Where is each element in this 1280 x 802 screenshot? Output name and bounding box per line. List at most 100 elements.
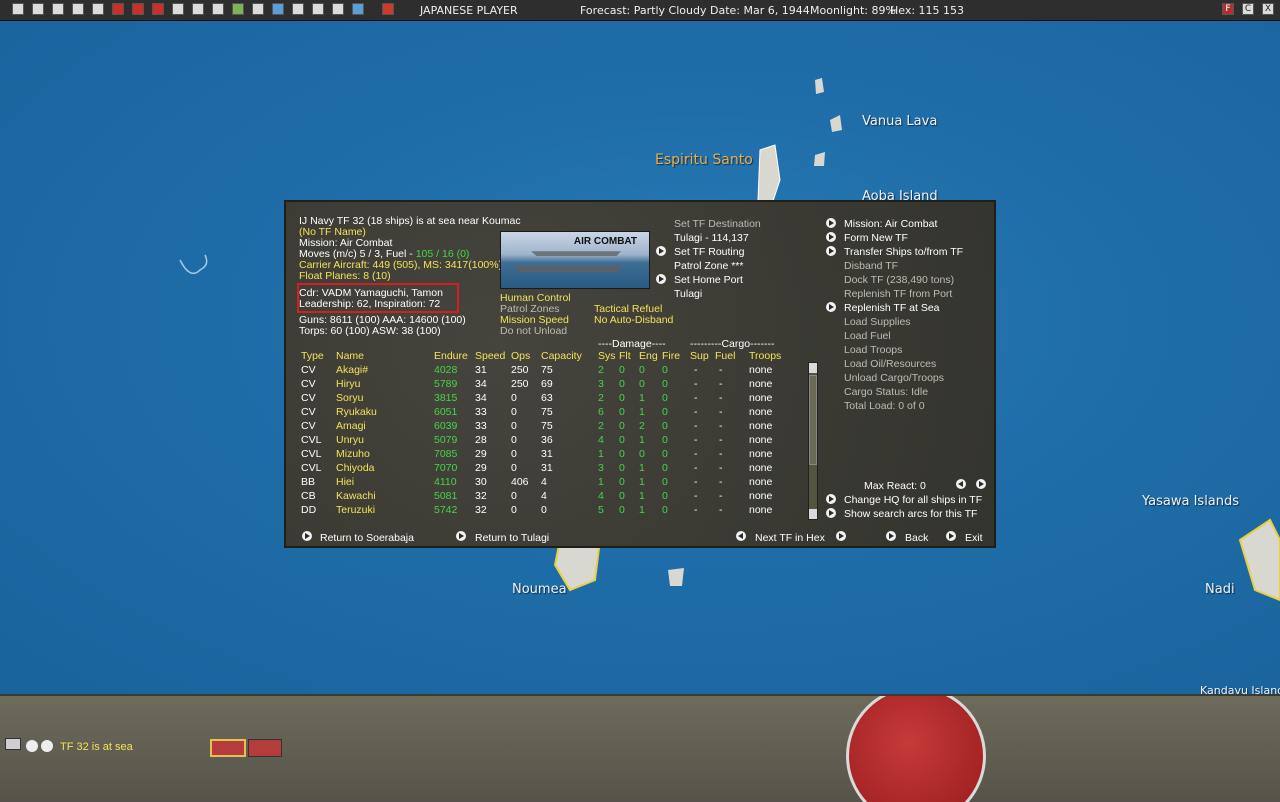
close-button[interactable]: X — [1262, 3, 1274, 15]
action-dock-tf[interactable]: Dock TF (238,490 tons) — [844, 274, 954, 286]
ship-name[interactable]: Mizuho — [336, 448, 370, 460]
return-tulagi-button[interactable]: Return to Tulagi — [475, 532, 549, 544]
ship-row[interactable]: CVL Chiyoda 7070 29 0 31 3 0 1 0 - - none — [286, 462, 806, 476]
arrow-right-icon[interactable] — [41, 740, 53, 752]
col-flt[interactable]: Flt — [619, 350, 631, 362]
ship-name[interactable]: Soryu — [336, 392, 363, 404]
arrow-right-icon[interactable] — [976, 479, 986, 489]
arrow-right-icon[interactable] — [826, 232, 836, 242]
col-capacity[interactable]: Capacity — [541, 350, 582, 362]
col-ops[interactable]: Ops — [511, 350, 530, 362]
ship-row[interactable]: CVL Unryu 5079 28 0 36 4 0 1 0 - - none — [286, 434, 806, 448]
arrow-left-icon[interactable] — [956, 479, 966, 489]
play-turn-icon[interactable] — [382, 3, 394, 15]
action-replenish-port[interactable]: Replenish TF from Port — [844, 288, 952, 300]
combat-report-button[interactable]: C — [1242, 3, 1254, 15]
exit-button[interactable]: Exit — [965, 532, 983, 544]
toolbar-icon-2[interactable] — [32, 3, 44, 15]
action-replenish-sea[interactable]: Replenish TF at Sea — [844, 302, 940, 314]
toolbar-icon-13[interactable] — [252, 3, 264, 15]
ship-name[interactable]: Chiyoda — [336, 462, 375, 474]
ship-row[interactable]: CV Hiryu 5789 34 250 69 3 0 0 0 - - none — [286, 378, 806, 392]
ship-name[interactable]: Unryu — [336, 434, 364, 446]
ship-name[interactable]: Akagi# — [336, 364, 368, 376]
toolbar-icon-18[interactable] — [352, 3, 364, 15]
arrow-right-icon[interactable] — [886, 531, 896, 541]
toolbar-icon-3[interactable] — [52, 3, 64, 15]
globe-icon[interactable] — [272, 3, 284, 15]
arrow-right-icon[interactable] — [826, 508, 836, 518]
next-tf-button[interactable]: Next TF in Hex — [755, 532, 825, 544]
col-endure[interactable]: Endure — [434, 350, 468, 362]
set-tf-destination[interactable]: Set TF Destination — [674, 218, 761, 230]
set-home-port[interactable]: Set Home Port — [674, 274, 743, 286]
ship-name[interactable]: Hiei — [336, 476, 354, 488]
action-transfer-ships[interactable]: Transfer Ships to/from TF — [844, 246, 963, 258]
ship-row[interactable]: CV Amagi 6039 33 0 75 2 0 2 0 - - none — [286, 420, 806, 434]
ship-row[interactable]: CV Soryu 3815 34 0 63 2 0 1 0 - - none — [286, 392, 806, 406]
col-fuel[interactable]: Fuel — [715, 350, 735, 362]
flag-icon[interactable] — [112, 3, 124, 15]
ship-name[interactable]: Teruzuki — [336, 504, 375, 516]
toolbar-icon-5[interactable] — [92, 3, 104, 15]
toolbar-icon-4[interactable] — [72, 3, 84, 15]
toolbar-icon-15[interactable] — [292, 3, 304, 15]
ship-name[interactable]: Kawachi — [336, 490, 376, 502]
toolbar-icon-16[interactable] — [312, 3, 324, 15]
arrow-right-icon[interactable] — [656, 246, 666, 256]
back-button[interactable]: Back — [905, 532, 928, 544]
tf-marker[interactable] — [248, 739, 282, 757]
plane-icon[interactable] — [152, 3, 164, 15]
arrow-left-icon[interactable] — [26, 740, 38, 752]
action-load-supplies[interactable]: Load Supplies — [844, 316, 911, 328]
toolbar-icon-1[interactable] — [12, 3, 24, 15]
show-search-arcs[interactable]: Show search arcs for this TF — [844, 508, 977, 520]
ship-name[interactable]: Amagi — [336, 420, 366, 432]
toolbar-icon-10[interactable] — [192, 3, 204, 15]
arrow-right-icon[interactable] — [656, 274, 666, 284]
tf-float-planes[interactable]: Float Planes: 8 (10) — [299, 270, 391, 282]
ship-row[interactable]: CV Ryukaku 6051 33 0 75 6 0 1 0 - - none — [286, 406, 806, 420]
return-soerabaja-button[interactable]: Return to Soerabaja — [320, 532, 414, 544]
option-do-not-unload[interactable]: Do not Unload — [500, 325, 567, 337]
option-no-auto-disband[interactable]: No Auto-Disband — [594, 314, 673, 326]
tf-marker-selected[interactable] — [210, 739, 246, 757]
ship-row[interactable]: CB Kawachi 5081 32 0 4 4 0 1 0 - - none — [286, 490, 806, 504]
toolbar-icon-11[interactable] — [212, 3, 224, 15]
ship-name[interactable]: Hiryu — [336, 378, 361, 390]
col-name[interactable]: Name — [336, 350, 364, 362]
action-form-new-tf[interactable]: Form New TF — [844, 232, 908, 244]
ship-icon[interactable] — [5, 738, 21, 750]
action-unload-cargo[interactable]: Unload Cargo/Troops — [844, 372, 944, 384]
flag-toggle-button[interactable]: F — [1222, 3, 1234, 15]
arrow-right-icon[interactable] — [826, 494, 836, 504]
arrow-right-icon[interactable] — [836, 531, 846, 541]
arrow-right-icon[interactable] — [946, 531, 956, 541]
scroll-down-icon[interactable] — [809, 509, 817, 519]
arrow-right-icon[interactable] — [826, 302, 836, 312]
col-sys[interactable]: Sys — [598, 350, 616, 362]
scroll-thumb[interactable] — [809, 375, 817, 465]
ship-row[interactable]: DD Teruzuki 5742 32 0 0 5 0 1 0 - - none — [286, 504, 806, 518]
col-speed[interactable]: Speed — [475, 350, 505, 362]
ship-name[interactable]: Ryukaku — [336, 406, 377, 418]
change-hq[interactable]: Change HQ for all ships in TF — [844, 494, 982, 506]
action-load-fuel[interactable]: Load Fuel — [844, 330, 891, 342]
col-sup[interactable]: Sup — [690, 350, 709, 362]
arrow-right-icon[interactable] — [826, 246, 836, 256]
col-fire[interactable]: Fire — [662, 350, 680, 362]
action-load-troops[interactable]: Load Troops — [844, 344, 902, 356]
action-mission[interactable]: Mission: Air Combat — [844, 218, 937, 230]
action-load-oil[interactable]: Load Oil/Resources — [844, 358, 936, 370]
scroll-up-icon[interactable] — [809, 363, 817, 373]
ship-row[interactable]: CVL Mizuho 7085 29 0 31 1 0 0 0 - - none — [286, 448, 806, 462]
arrow-right-icon[interactable] — [302, 531, 312, 541]
col-troops[interactable]: Troops — [749, 350, 781, 362]
ship-list-scrollbar[interactable] — [808, 362, 818, 520]
arrow-right-icon[interactable] — [826, 218, 836, 228]
set-tf-routing[interactable]: Set TF Routing — [674, 246, 744, 258]
ship-row[interactable]: BB Hiei 4110 30 406 4 1 0 1 0 - - none — [286, 476, 806, 490]
ship-row[interactable]: CV Akagi# 4028 31 250 75 2 0 0 0 - - none — [286, 364, 806, 378]
arrow-left-icon[interactable] — [736, 531, 746, 541]
toolbar-icon-17[interactable] — [332, 3, 344, 15]
